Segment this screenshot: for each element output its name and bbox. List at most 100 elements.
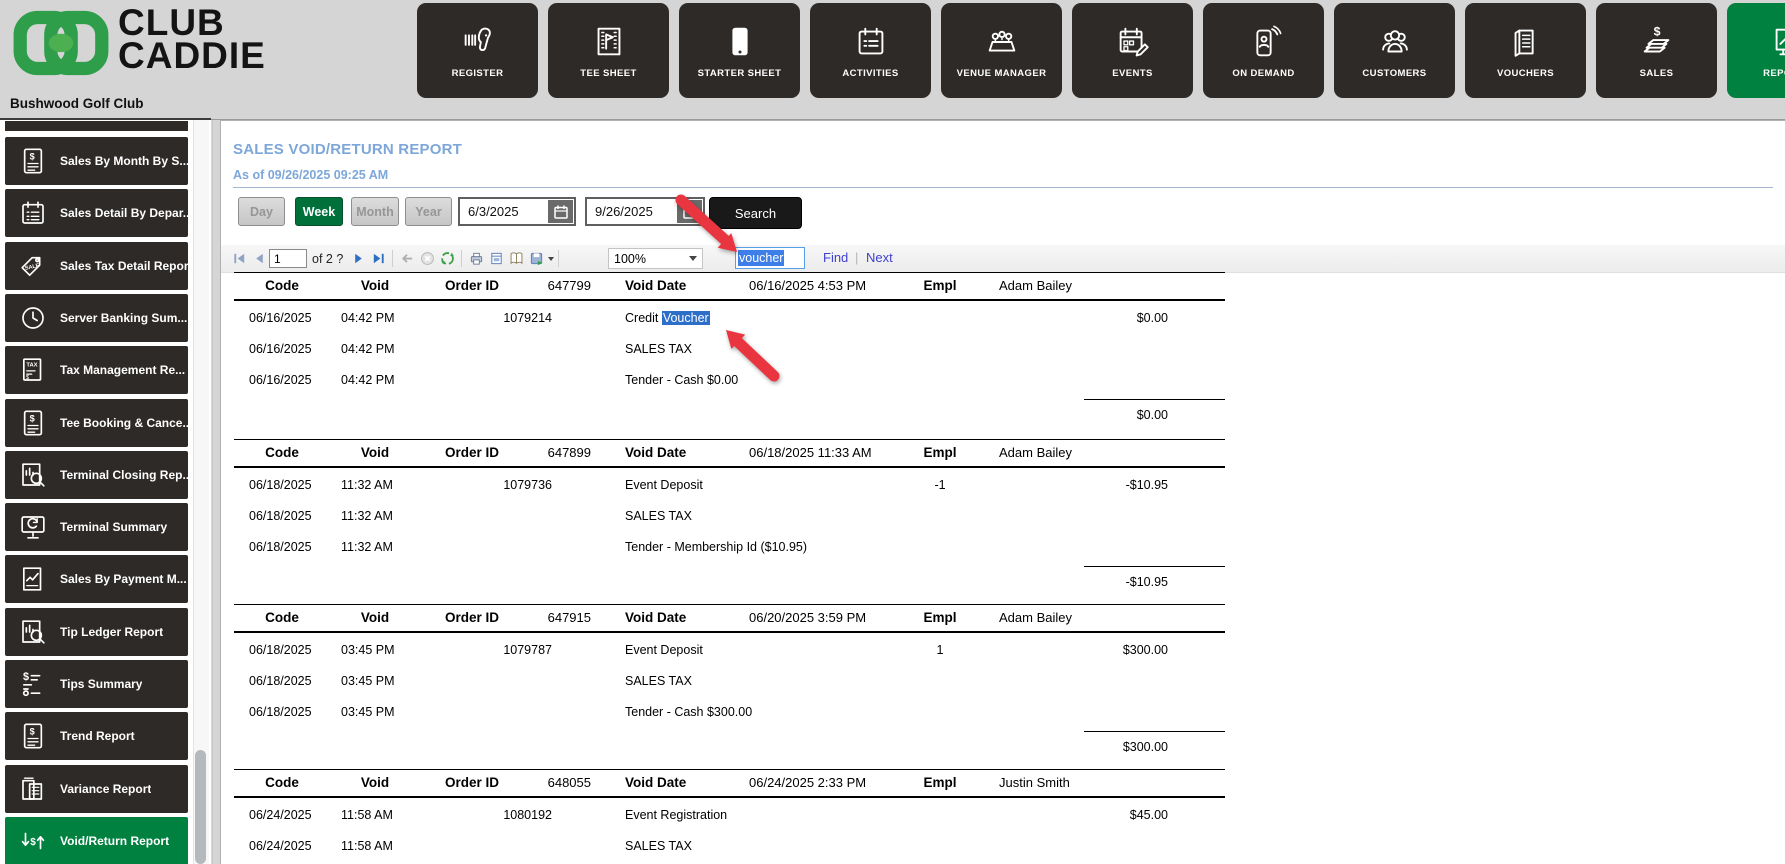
nav-button-sales[interactable]: $ SALES xyxy=(1596,3,1717,98)
tax-doc-icon: TAX $ xyxy=(18,355,48,385)
cell-amount: -$10.95 xyxy=(1125,478,1168,492)
report-group: Code Void Order ID 648055 Void Date 06/24/202… xyxy=(221,769,1785,864)
nav-button-on-demand[interactable]: ON DEMAND xyxy=(1203,3,1324,98)
sidebar-item-partial[interactable] xyxy=(5,121,188,131)
column-header-void-date: Void Date xyxy=(625,278,687,293)
cell-void-time: 04:42 PM xyxy=(341,311,395,325)
sidebar-item-label: Sales By Month By S... xyxy=(60,154,188,168)
calendar-list-icon xyxy=(18,198,48,228)
description-text: SALES TAX xyxy=(625,342,692,356)
cell-void-date: 06/18/2025 xyxy=(249,478,312,492)
description-text: Tender - Membership Id ($10.95) xyxy=(625,540,808,554)
nav-button-vouchers[interactable]: VOUCHERS xyxy=(1465,3,1586,98)
report-group: Code Void Order ID 647899 Void Date 06/18/202… xyxy=(221,439,1785,605)
sidebar-item-label: Variance Report xyxy=(60,781,152,796)
subtotal-rule xyxy=(1084,731,1225,732)
sidebar-item-label: Terminal Summary xyxy=(60,520,168,535)
sidebar-item-trend-report[interactable]: $ Trend Report xyxy=(5,712,188,761)
sidebar-item-label: Sales By Payment M... xyxy=(60,572,187,587)
order-id-value: 647899 xyxy=(547,445,591,460)
description-text: Tender - Cash $0.00 xyxy=(625,373,739,387)
nav-button-label: VENUE MANAGER xyxy=(956,67,1047,79)
cell-amount: $300.00 xyxy=(1122,643,1168,657)
cell-description: Event Registration xyxy=(625,805,727,825)
cell-void-time: 11:58 AM xyxy=(341,808,393,822)
group-top-rule xyxy=(234,604,1225,605)
sidebar-item-label: Sales Tax Detail Report xyxy=(60,258,188,273)
description-text: SALES TAX xyxy=(625,509,692,523)
cell-order-number: 1080192 xyxy=(503,808,552,822)
group-subtotal: $300.00 xyxy=(1122,740,1168,754)
sidebar-item-variance-report[interactable]: Variance Report xyxy=(5,764,188,813)
sidebar-item-sales-detail[interactable]: Sales Detail By Depar... xyxy=(5,189,188,238)
search-highlight: Voucher xyxy=(661,311,710,325)
nav-button-reports[interactable]: REPORTS xyxy=(1727,3,1785,98)
group-header-rule xyxy=(234,299,1225,301)
column-header-order-id: Order ID xyxy=(445,445,500,460)
nav-button-label: REPORTS xyxy=(1763,67,1785,79)
void-date-value: 06/18/2025 11:33 AM xyxy=(749,445,872,460)
employee-name: Adam Bailey xyxy=(999,278,1072,293)
nav-button-label: EVENTS xyxy=(1112,67,1153,79)
nav-button-activities[interactable]: ACTIVITIES xyxy=(810,3,931,98)
nav-button-starter-sheet[interactable]: STARTER SHEET xyxy=(679,3,800,98)
sidebar-item-terminal-closing[interactable]: Terminal Closing Rep... xyxy=(5,450,188,499)
cell-amount: $45.00 xyxy=(1129,808,1168,822)
nav-button-tee-sheet[interactable]: TEE SHEET xyxy=(548,3,669,98)
nav-button-label: ACTIVITIES xyxy=(842,67,899,79)
nav-button-customers[interactable]: CUSTOMERS xyxy=(1334,3,1455,98)
nav-button-register[interactable]: REGISTER xyxy=(417,3,538,98)
club-caddie-rings-icon xyxy=(13,10,109,76)
calendar-pencil-icon xyxy=(1114,23,1152,61)
chart-magnifier-icon xyxy=(18,617,48,647)
nav-button-label: REGISTER xyxy=(451,67,504,79)
cell-void-time: 03:45 PM xyxy=(341,705,395,719)
club-name: Bushwood Golf Club xyxy=(10,96,144,111)
column-header-void-date: Void Date xyxy=(625,775,687,790)
svg-text:$: $ xyxy=(30,413,35,423)
sidebar-item-sales-tax-detail[interactable]: SALE Sales Tax Detail Report xyxy=(5,241,188,290)
report-group: Code Void Order ID 647799 Void Date 06/16/202… xyxy=(221,272,1785,438)
cell-description: Event Deposit xyxy=(625,640,703,660)
nav-button-events[interactable]: EVENTS xyxy=(1072,3,1193,98)
sidebar-item-label: Trend Report xyxy=(60,729,135,744)
svg-text:$: $ xyxy=(30,837,36,848)
description-text: Event Deposit xyxy=(625,478,703,492)
cell-description: SALES TAX xyxy=(625,506,692,526)
variance-docs-icon xyxy=(18,774,48,804)
column-header-empl: Empl xyxy=(923,775,957,790)
group-top-rule xyxy=(234,769,1225,770)
nav-button-label: CUSTOMERS xyxy=(1362,67,1427,79)
doc-dollar-icon: $ xyxy=(18,721,48,751)
employee-name: Adam Bailey xyxy=(999,445,1072,460)
sidebar-item-server-banking[interactable]: Server Banking Sum... xyxy=(5,293,188,342)
cell-void-date: 06/18/2025 xyxy=(249,540,312,554)
sidebar-item-label: Tax Management Re... xyxy=(60,363,186,378)
sidebar-scrollbar-thumb[interactable] xyxy=(195,750,206,864)
nav-button-label: VOUCHERS xyxy=(1496,67,1555,79)
cell-void-time: 11:32 AM xyxy=(341,540,393,554)
doc-chart-icon xyxy=(18,564,48,594)
sidebar-item-sales-by-payment[interactable]: Sales By Payment M... xyxy=(5,555,188,604)
nav-button-label: TEE SHEET xyxy=(580,67,637,79)
sidebar-item-void-return-report[interactable]: $ Void/Return Report xyxy=(5,816,188,864)
cell-void-time: 11:58 AM xyxy=(341,839,393,853)
column-header-void: Void xyxy=(360,278,390,293)
cell-description: Tender - Cash $0.00 xyxy=(625,370,738,390)
sidebar-item-tips-summary[interactable]: $ Tips Summary xyxy=(5,660,188,708)
report-chart-icon xyxy=(1769,23,1785,61)
sidebar-item-terminal-summary[interactable]: Terminal Summary xyxy=(5,503,188,552)
cell-void-date: 06/18/2025 xyxy=(249,509,312,523)
nav-button-venue-manager[interactable]: VENUE MANAGER xyxy=(941,3,1062,98)
cell-description: Tender - Cash $300.00 xyxy=(625,702,752,722)
report-panel: SALES VOID/RETURN REPORT As of 09/26/202… xyxy=(220,120,1785,864)
void-date-value: 06/16/2025 4:53 PM xyxy=(749,278,867,293)
sidebar-item-sales-by-month[interactable]: $ Sales By Month By S... xyxy=(5,137,188,185)
sidebar-item-tee-booking[interactable]: $ Tee Booking & Cance... xyxy=(5,398,188,447)
cell-description: Event Deposit xyxy=(625,475,703,495)
sidebar-item-tax-management[interactable]: TAX $ Tax Management Re... xyxy=(5,346,188,395)
sale-tag-icon: SALE xyxy=(18,251,48,281)
sidebar-item-tip-ledger[interactable]: Tip Ledger Report xyxy=(5,607,188,656)
cell-order-number: 1079214 xyxy=(503,311,552,325)
svg-text:$: $ xyxy=(30,727,35,737)
